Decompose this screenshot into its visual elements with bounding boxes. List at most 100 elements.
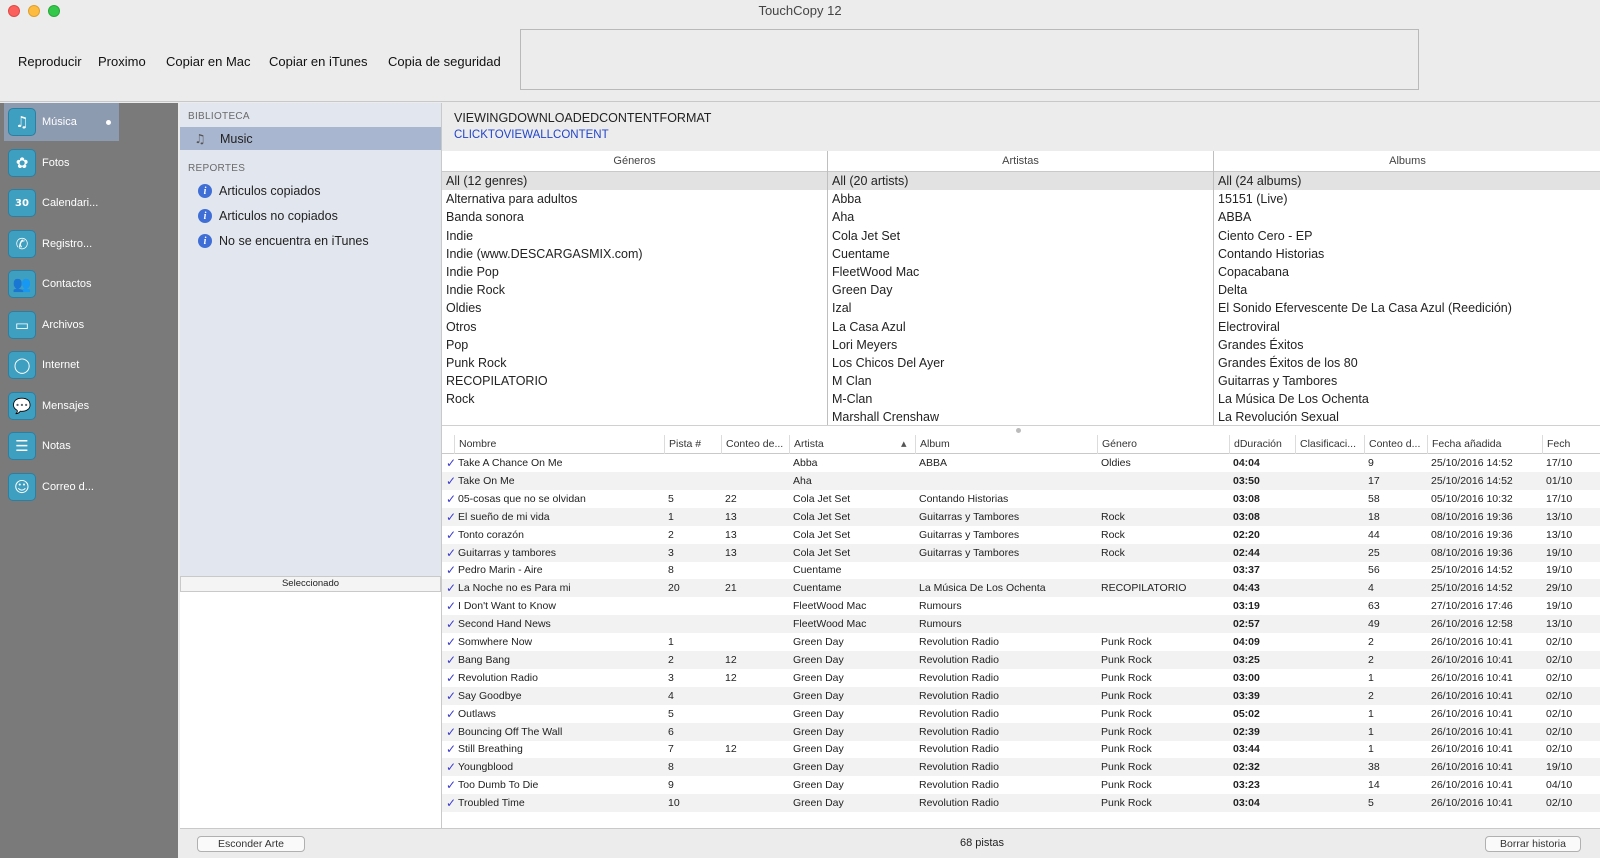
genres-list-item[interactable]: Rock: [442, 390, 827, 408]
copy-to-mac-button[interactable]: Copiar en Mac: [166, 54, 251, 69]
albums-list-item[interactable]: La Revolución Sexual: [1214, 408, 1600, 425]
table-row[interactable]: ✓ Guitarras y tambores 3 13 Cola Jet Set Guit…: [442, 543, 1600, 562]
artists-column-header[interactable]: Artistas: [828, 151, 1213, 172]
hide-art-button[interactable]: Esconder Arte: [197, 836, 305, 852]
artists-list-item[interactable]: Izal: [828, 299, 1213, 317]
table-row[interactable]: ✓ Troubled Time 10 Green Day Revolution Radi…: [442, 794, 1600, 813]
table-row[interactable]: ✓ La Noche no es Para mi 20 21 Cuentame La M…: [442, 579, 1600, 598]
table-row[interactable]: ✓ 05-cosas que no se olvidan 5 22 Cola Jet S…: [442, 490, 1600, 508]
column-header[interactable]: Género: [1097, 435, 1229, 454]
albums-list-item[interactable]: Grandes Éxitos de los 80: [1214, 354, 1600, 372]
sidebar-item-8[interactable]: ☰ Notas: [4, 427, 119, 465]
library-item-music[interactable]: ♫ Music: [180, 127, 441, 150]
albums-list-item[interactable]: 15151 (Live): [1214, 190, 1600, 208]
close-window-button[interactable]: [8, 5, 20, 17]
next-button[interactable]: Proximo: [98, 54, 146, 69]
column-header[interactable]: dDuración: [1229, 435, 1295, 454]
albums-list-item[interactable]: Grandes Éxitos: [1214, 336, 1600, 354]
backup-button[interactable]: Copia de seguridad: [388, 54, 501, 69]
artists-list-item[interactable]: Cola Jet Set: [828, 227, 1213, 245]
sidebar-item-4[interactable]: 👥 Contactos: [4, 265, 119, 303]
genres-list-item[interactable]: Alternativa para adultos: [442, 190, 827, 208]
artists-list-item[interactable]: Green Day: [828, 281, 1213, 299]
table-row[interactable]: ✓ Youngblood 8 Green Day Revolution Radio Pun…: [442, 758, 1600, 777]
albums-list-item[interactable]: Electroviral: [1214, 318, 1600, 336]
column-header[interactable]: Album: [915, 435, 1097, 454]
albums-list-item[interactable]: Guitarras y Tambores: [1214, 372, 1600, 390]
sidebar-item-5[interactable]: ▭ Archivos: [4, 306, 119, 344]
column-header[interactable]: Pista #: [664, 435, 721, 454]
table-row[interactable]: ✓ Too Dumb To Die 9 Green Day Revolution Rad…: [442, 776, 1600, 794]
sidebar-item-0[interactable]: ♫ Música: [4, 103, 119, 141]
view-all-link[interactable]: CLICKTOVIEWALLCONTENT: [454, 129, 609, 141]
artists-list-item[interactable]: M Clan: [828, 372, 1213, 390]
report-not-in-itunes[interactable]: i No se encuentra en iTunes: [198, 231, 369, 251]
albums-list-item[interactable]: Contando Historias: [1214, 245, 1600, 263]
play-button[interactable]: Reproducir: [18, 54, 82, 69]
albums-list-item[interactable]: La Música De Los Ochenta: [1214, 390, 1600, 408]
artists-list-item[interactable]: Cuentame: [828, 245, 1213, 263]
artists-list-item[interactable]: All (20 artists): [828, 172, 1213, 191]
genres-list-item[interactable]: Oldies: [442, 299, 827, 317]
column-header[interactable]: Artista: [789, 435, 915, 454]
sidebar-item-1[interactable]: ✿ Fotos: [4, 144, 119, 182]
sidebar-item-2[interactable]: 30 Calendari...: [4, 184, 119, 222]
column-header[interactable]: Clasificaci...: [1295, 435, 1364, 454]
table-row[interactable]: ✓ Bang Bang 2 12 Green Day Revolution Radio Pu…: [442, 650, 1600, 670]
report-not-copied[interactable]: i Articulos no copiados: [198, 206, 338, 226]
table-row[interactable]: ✓ Revolution Radio 3 12 Green Day Revolution …: [442, 669, 1600, 687]
genres-list-item[interactable]: Indie: [442, 227, 827, 245]
table-row[interactable]: ✓ Tonto corazón 2 13 Cola Jet Set Guitarras y…: [442, 526, 1600, 544]
albums-list-item[interactable]: El Sonido Efervescente De La Casa Azul (…: [1214, 299, 1600, 317]
sidebar-item-7[interactable]: 💬 Mensajes: [4, 387, 119, 425]
column-header[interactable]: Conteo d...: [1364, 435, 1427, 454]
albums-list-item[interactable]: Delta: [1214, 281, 1600, 299]
genres-list-item[interactable]: RECOPILATORIO: [442, 372, 827, 390]
artists-list-item[interactable]: Aha: [828, 208, 1213, 226]
albums-column-header[interactable]: Albums: [1214, 151, 1600, 172]
sidebar-item-6[interactable]: ◯ Internet: [4, 346, 119, 384]
artists-list-item[interactable]: Los Chicos Del Ayer: [828, 354, 1213, 372]
split-divider[interactable]: [442, 425, 1600, 435]
artists-list-item[interactable]: La Casa Azul: [828, 318, 1213, 336]
table-row[interactable]: ✓ I Don't Want to Know FleetWood Mac Rumour…: [442, 597, 1600, 615]
genres-list-item[interactable]: Pop: [442, 336, 827, 354]
artists-list-item[interactable]: Abba: [828, 190, 1213, 208]
genres-list-item[interactable]: All (12 genres): [442, 172, 827, 191]
artists-list-item[interactable]: M-Clan: [828, 390, 1213, 408]
column-header[interactable]: Nombre: [454, 435, 664, 454]
table-row[interactable]: ✓ Outlaws 5 Green Day Revolution Radio Punk R…: [442, 705, 1600, 723]
table-row[interactable]: ✓ Say Goodbye 4 Green Day Revolution Radio Pu…: [442, 686, 1600, 705]
genres-list-item[interactable]: Indie (www.DESCARGASMIX.com): [442, 245, 827, 263]
table-row[interactable]: ✓ Second Hand News FleetWood Mac Rumours 02:…: [442, 615, 1600, 634]
albums-list-item[interactable]: ABBA: [1214, 208, 1600, 226]
artists-list-item[interactable]: Marshall Crenshaw: [828, 408, 1213, 425]
artists-list-item[interactable]: FleetWood Mac: [828, 263, 1213, 281]
column-header[interactable]: Fech: [1542, 435, 1600, 454]
genres-list-item[interactable]: Indie Pop: [442, 263, 827, 281]
artists-list-item[interactable]: Lori Meyers: [828, 336, 1213, 354]
table-row[interactable]: ✓ El sueño de mi vida 1 13 Cola Jet Set Guita…: [442, 507, 1600, 526]
copy-to-itunes-button[interactable]: Copiar en iTunes: [269, 54, 368, 69]
table-row[interactable]: ✓ Still Breathing 7 12 Green Day Revolution R…: [442, 740, 1600, 758]
genres-list-item[interactable]: Indie Rock: [442, 281, 827, 299]
albums-list-item[interactable]: Ciento Cero - EP: [1214, 227, 1600, 245]
sidebar-item-3[interactable]: ✆ Registro...: [4, 225, 119, 263]
zoom-window-button[interactable]: [48, 5, 60, 17]
genres-list-item[interactable]: Banda sonora: [442, 208, 827, 226]
column-header[interactable]: Conteo de...: [721, 435, 789, 454]
table-row[interactable]: ✓ Take On Me Aha 03:50 17 25/10/2016 14:52 01/…: [442, 471, 1600, 491]
minimize-window-button[interactable]: [28, 5, 40, 17]
column-header[interactable]: Fecha añadida: [1427, 435, 1542, 454]
table-row[interactable]: ✓ Take A Chance On Me Abba ABBA Oldies 04:04 9…: [442, 454, 1600, 472]
clear-history-button[interactable]: Borrar historia: [1485, 836, 1581, 852]
table-row[interactable]: ✓ Bouncing Off The Wall 6 Green Day Revoluti…: [442, 722, 1600, 741]
genres-list-item[interactable]: Otros: [442, 318, 827, 336]
table-row[interactable]: ✓ Somwhere Now 1 Green Day Revolution Radio P…: [442, 633, 1600, 651]
sidebar-item-9[interactable]: ☺ Correo d...: [4, 468, 119, 506]
albums-list-item[interactable]: Copacabana: [1214, 263, 1600, 281]
genres-column-header[interactable]: Géneros: [442, 151, 827, 172]
table-row[interactable]: ✓ Pedro Marin - Aire 8 Cuentame 03:37 56 25/10…: [442, 561, 1600, 579]
albums-list-item[interactable]: All (24 albums): [1214, 172, 1600, 191]
report-copied[interactable]: i Articulos copiados: [198, 181, 320, 201]
